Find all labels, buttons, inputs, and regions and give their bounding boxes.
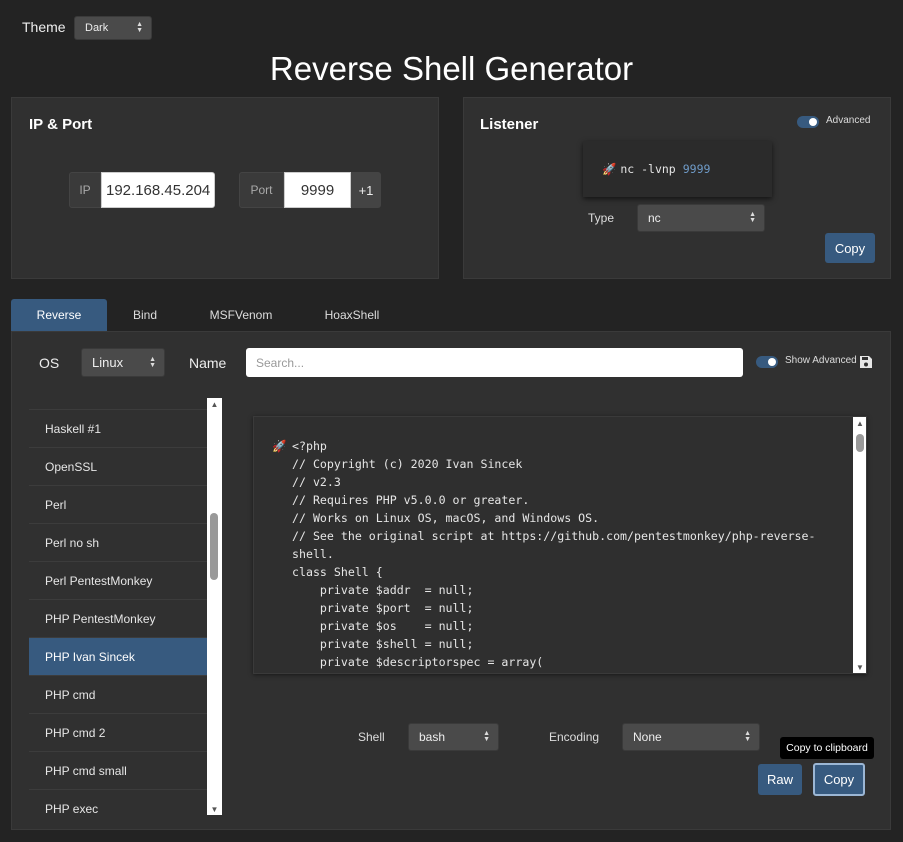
theme-select[interactable]: Dark ▲ ▼ [74, 16, 152, 40]
listener-type-select[interactable]: nc ▲ ▼ [637, 204, 765, 232]
ip-input[interactable]: 192.168.45.204 [101, 172, 215, 208]
code-line: private $shell = null; [292, 637, 474, 651]
code-line: private $port = null; [292, 601, 474, 615]
tab-hoaxshell[interactable]: HoaxShell [313, 299, 391, 331]
ip-input-group: IP 192.168.45.204 [69, 172, 215, 208]
list-item[interactable]: PHP exec [29, 790, 207, 815]
listener-command: nc -lvnp [620, 162, 676, 176]
code-line: private $addr = null; [292, 583, 474, 597]
encoding-select-value: None [633, 730, 662, 744]
encoding-select[interactable]: None ▲ ▼ [622, 723, 760, 751]
tab-reverse[interactable]: Reverse [11, 299, 107, 331]
ip-label: IP [69, 172, 101, 208]
copy-button[interactable]: Copy [813, 763, 865, 796]
encoding-label: Encoding [549, 730, 600, 744]
port-label: Port [239, 172, 284, 208]
list-item[interactable]: Perl PentestMonkey [29, 562, 207, 600]
list-item-selected[interactable]: PHP Ivan Sincek [29, 638, 207, 676]
shell-list-scrollbar[interactable]: ▲ ▼ [207, 398, 222, 815]
list-item[interactable]: PHP cmd [29, 676, 207, 714]
code-scrollbar[interactable]: ▲ ▼ [853, 417, 866, 673]
listener-type-label: Type [588, 211, 615, 225]
rocket-icon: 🚀 [602, 162, 617, 176]
scroll-up-icon[interactable]: ▲ [853, 417, 866, 429]
ip-port-heading: IP & Port [29, 116, 93, 133]
select-arrows-icon: ▲ ▼ [744, 730, 751, 743]
select-arrows-icon: ▲ ▼ [483, 730, 490, 743]
listener-type-value: nc [648, 211, 661, 225]
list-item[interactable]: Perl [29, 486, 207, 524]
code-line: // Works on Linux OS, macOS, and Windows… [292, 511, 600, 525]
select-arrows-icon: ▲ ▼ [149, 355, 156, 369]
raw-button[interactable]: Raw [758, 764, 802, 795]
rocket-icon: 🚀 [272, 439, 287, 453]
list-item[interactable]: PHP cmd small [29, 752, 207, 790]
select-arrows-icon: ▲ ▼ [136, 21, 143, 34]
shell-select[interactable]: bash ▲ ▼ [408, 723, 499, 751]
scroll-up-icon[interactable]: ▲ [207, 398, 222, 410]
show-advanced-label: Show Advanced [785, 355, 857, 366]
list-item[interactable]: Perl no sh [29, 524, 207, 562]
port-input[interactable]: 9999 [284, 172, 351, 208]
scroll-down-icon[interactable]: ▼ [207, 803, 222, 815]
shell-list: Haskell #1 OpenSSL Perl Perl no sh Perl … [29, 398, 207, 815]
shell-select-value: bash [419, 730, 446, 744]
show-advanced-toggle[interactable] [756, 356, 778, 368]
code-line: // Requires PHP v5.0.0 or greater. [292, 493, 530, 507]
list-item[interactable]: PHP cmd 2 [29, 714, 207, 752]
scroll-thumb[interactable] [210, 513, 218, 580]
code-line: class Shell { [292, 565, 383, 579]
listener-copy-button[interactable]: Copy [825, 233, 875, 263]
code-line: // v2.3 [292, 475, 341, 489]
os-select[interactable]: Linux ▲ ▼ [81, 348, 165, 377]
copy-tooltip: Copy to clipboard [780, 737, 874, 759]
select-arrows-icon: ▲ ▼ [749, 211, 756, 224]
shell-label: Shell [358, 730, 385, 744]
scroll-down-icon[interactable]: ▼ [853, 661, 866, 673]
listener-command-box: 🚀 nc -lvnp 9999 [583, 141, 772, 197]
list-item[interactable]: OpenSSL [29, 448, 207, 486]
tab-bind[interactable]: Bind [117, 299, 173, 331]
port-increment-button[interactable]: +1 [351, 172, 381, 208]
scroll-thumb[interactable] [856, 434, 864, 452]
code-line: // Copyright (c) 2020 Ivan Sincek [292, 457, 523, 471]
shell-code: 🚀 <?php// Copyright (c) 2020 Ivan Sincek /… [272, 437, 837, 671]
search-input[interactable]: Search... [246, 348, 743, 377]
code-line: // See the original script at https://gi… [292, 529, 816, 561]
listener-command-port: 9999 [682, 162, 711, 176]
tab-msfvenom[interactable]: MSFVenom [198, 299, 284, 331]
os-select-value: Linux [92, 355, 124, 370]
theme-select-value: Dark [85, 22, 109, 34]
list-item[interactable]: PHP PentestMonkey [29, 600, 207, 638]
code-line: private $descriptorspec = array( [292, 655, 544, 669]
theme-label: Theme [22, 19, 66, 35]
list-item[interactable]: Haskell #1 [29, 410, 207, 448]
search-placeholder: Search... [256, 355, 305, 370]
advanced-label: Advanced [826, 115, 871, 126]
shell-code-box[interactable]: 🚀 <?php// Copyright (c) 2020 Ivan Sincek /… [253, 416, 867, 674]
advanced-toggle[interactable] [797, 116, 819, 128]
page-title: Reverse Shell Generator [269, 50, 634, 87]
listener-heading: Listener [480, 116, 539, 133]
save-icon[interactable] [859, 355, 873, 369]
code-line: private $os = null; [292, 619, 474, 633]
os-label: OS [39, 355, 60, 371]
port-input-group: Port 9999 +1 [239, 172, 381, 208]
name-label: Name [189, 355, 227, 371]
